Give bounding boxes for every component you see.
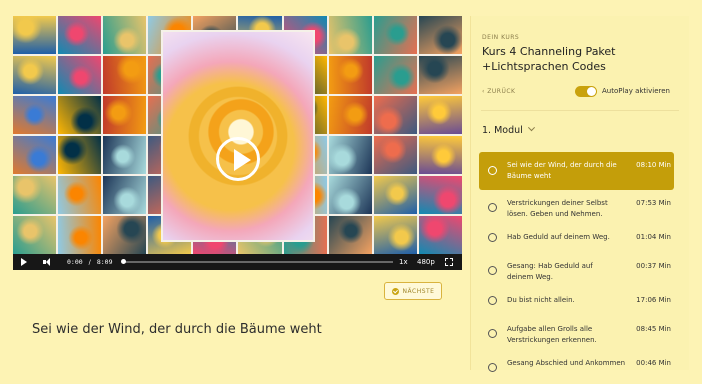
painting-tile <box>373 136 417 174</box>
lesson-name: Gesang Abschied und Ankommen <box>507 359 626 367</box>
next-button-label: NÄCHSTE <box>402 287 435 295</box>
lesson-duration: 00:46 Min <box>636 359 671 367</box>
lesson-item[interactable]: Du bist nicht allein. 17:06 Min <box>479 287 674 316</box>
module-header[interactable]: 1. Modul <box>482 124 535 136</box>
painting-tile <box>103 136 147 174</box>
painting-tile <box>328 136 372 174</box>
fullscreen-icon[interactable] <box>444 257 453 266</box>
painting-tile <box>328 176 372 214</box>
chevron-down-icon <box>527 124 535 132</box>
next-button[interactable]: NÄCHSTE <box>384 282 442 300</box>
current-time: 0:00 <box>67 258 83 266</box>
lesson-duration: 01:04 Min <box>636 233 671 241</box>
lesson-duration: 08:45 Min <box>636 325 671 333</box>
speed-button[interactable]: 1x <box>399 258 408 266</box>
painting-tile <box>418 16 462 54</box>
lesson-name: Gesang: Hab Geduld auf deinem Weg. <box>507 262 593 281</box>
painting-tile <box>373 96 417 134</box>
painting-tile <box>328 96 372 134</box>
time-separator: / <box>88 258 91 266</box>
painting-tile <box>13 16 57 54</box>
lesson-name: Sei wie der Wind, der durch die Bäume we… <box>507 161 617 180</box>
painting-tile <box>418 176 462 214</box>
lesson-item[interactable]: Sei wie der Wind, der durch die Bäume we… <box>479 152 674 190</box>
radio-icon <box>488 296 497 305</box>
painting-tile <box>58 176 102 214</box>
radio-icon <box>488 266 497 275</box>
lesson-name: Verstrickungen deiner Selbst lösen. Gebe… <box>507 199 608 218</box>
painting-tile <box>373 216 417 254</box>
lesson-duration: 17:06 Min <box>636 296 671 304</box>
painting-tile <box>13 96 57 134</box>
painting-tile <box>58 216 102 254</box>
painting-tile <box>103 96 147 134</box>
check-circle-icon <box>391 287 399 295</box>
painting-tile <box>373 176 417 214</box>
painting-tile <box>103 176 147 214</box>
painting-tile <box>373 56 417 94</box>
lesson-item[interactable]: Aufgabe allen Grolls alle Verstrickungen… <box>479 316 674 350</box>
divider <box>481 110 679 111</box>
radio-icon <box>488 166 497 175</box>
lesson-item[interactable]: Hab Geduld auf deinem Weg. 01:04 Min <box>479 224 674 253</box>
module-label: 1. Modul <box>482 125 523 136</box>
painting-tile <box>418 136 462 174</box>
painting-tile <box>103 216 147 254</box>
quality-button[interactable]: 480p <box>417 258 435 266</box>
play-button[interactable] <box>216 137 260 181</box>
course-label: DEIN KURS <box>482 34 520 41</box>
painting-tile <box>373 16 417 54</box>
lesson-item[interactable]: Verstrickungen deiner Selbst lösen. Gebe… <box>479 190 674 224</box>
lesson-name: Aufgabe allen Grolls alle Verstrickungen… <box>507 325 597 344</box>
course-sidebar: DEIN KURS Kurs 4 Channeling Paket +Licht… <box>470 16 689 372</box>
painting-tile <box>328 216 372 254</box>
volume-icon[interactable] <box>43 258 53 266</box>
radio-icon <box>488 363 497 372</box>
progress-bar[interactable] <box>121 259 393 264</box>
painting-tile <box>103 56 147 94</box>
painting-tile <box>103 16 147 54</box>
lesson-item[interactable]: Gesang Abschied und Ankommen 00:46 Min <box>479 350 674 384</box>
painting-tile <box>418 96 462 134</box>
featured-painting <box>163 32 313 240</box>
painting-tile <box>58 136 102 174</box>
painting-tile <box>418 56 462 94</box>
course-title: Kurs 4 Channeling Paket +Lichtsprachen C… <box>482 45 616 73</box>
painting-tile <box>13 216 57 254</box>
painting-tile <box>13 136 57 174</box>
progress-handle[interactable] <box>121 259 126 264</box>
toggle-knob <box>587 87 596 96</box>
autoplay-label: AutoPlay aktivieren <box>602 87 670 95</box>
painting-tile <box>13 56 57 94</box>
radio-icon <box>488 203 497 212</box>
back-link[interactable]: ‹ ZURÜCK <box>482 88 516 95</box>
radio-icon <box>488 233 497 242</box>
lesson-name: Du bist nicht allein. <box>507 296 575 304</box>
lesson-name: Hab Geduld auf deinem Weg. <box>507 233 610 241</box>
lesson-duration: 07:53 Min <box>636 199 671 207</box>
painting-tile <box>328 16 372 54</box>
painting-tile <box>418 216 462 254</box>
autoplay-toggle[interactable] <box>575 86 597 97</box>
play-icon[interactable] <box>21 258 27 266</box>
painting-tile <box>58 96 102 134</box>
lesson-duration: 08:10 Min <box>636 161 671 169</box>
lesson-list: Sei wie der Wind, der durch die Bäume we… <box>479 152 685 384</box>
painting-tile <box>328 56 372 94</box>
video-controls: 0:00 / 8:09 1x 480p <box>13 254 462 270</box>
video-player[interactable]: 0:00 / 8:09 1x 480p <box>13 16 462 270</box>
painting-tile <box>58 16 102 54</box>
lesson-title: Sei wie der Wind, der durch die Bäume we… <box>32 322 322 337</box>
painting-tile <box>58 56 102 94</box>
duration: 8:09 <box>96 258 113 266</box>
radio-icon <box>488 329 497 338</box>
lesson-item[interactable]: Gesang: Hab Geduld auf deinem Weg. 00:37… <box>479 253 674 287</box>
painting-tile <box>13 176 57 214</box>
lesson-duration: 00:37 Min <box>636 262 671 270</box>
